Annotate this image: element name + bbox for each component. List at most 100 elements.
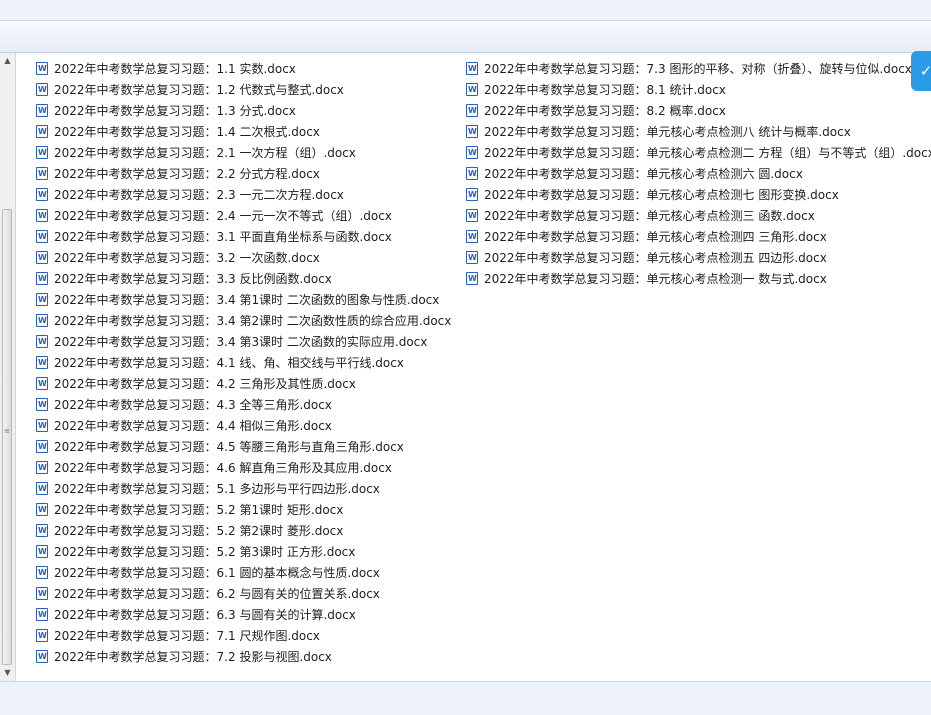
file-item[interactable]: 2022年中考数学总复习习题：3.4 第2课时 二次函数性质的综合应用.docx <box>36 310 466 331</box>
chevron-down-icon: ✓ <box>919 62 931 80</box>
file-name: 2022年中考数学总复习习题：单元核心考点检测二 方程（组）与不等式（组）.do… <box>484 146 931 160</box>
word-document-icon <box>466 125 478 138</box>
file-item[interactable]: 2022年中考数学总复习习题：7.3 图形的平移、对称（折叠）、旋转与位似.do… <box>466 58 931 79</box>
file-item[interactable]: 2022年中考数学总复习习题：2.1 一次方程（组）.docx <box>36 142 466 163</box>
file-name: 2022年中考数学总复习习题：8.2 概率.docx <box>484 104 726 118</box>
word-document-icon <box>36 608 48 621</box>
word-document-icon <box>466 167 478 180</box>
file-name: 2022年中考数学总复习习题：1.4 二次根式.docx <box>54 125 320 139</box>
file-item[interactable]: 2022年中考数学总复习习题：2.3 一元二次方程.docx <box>36 184 466 205</box>
file-name: 2022年中考数学总复习习题：3.3 反比例函数.docx <box>54 272 332 286</box>
word-document-icon <box>36 545 48 558</box>
file-item[interactable]: 2022年中考数学总复习习题：7.2 投影与视图.docx <box>36 646 466 667</box>
word-document-icon <box>36 209 48 222</box>
word-document-icon <box>36 503 48 516</box>
file-name: 2022年中考数学总复习习题：4.6 解直角三角形及其应用.docx <box>54 461 392 475</box>
file-item[interactable]: 2022年中考数学总复习习题：单元核心考点检测三 函数.docx <box>466 205 931 226</box>
file-item[interactable]: 2022年中考数学总复习习题：单元核心考点检测六 圆.docx <box>466 163 931 184</box>
file-name: 2022年中考数学总复习习题：单元核心考点检测八 统计与概率.docx <box>484 125 851 139</box>
file-item[interactable]: 2022年中考数学总复习习题：4.1 线、角、相交线与平行线.docx <box>36 352 466 373</box>
file-item[interactable]: 2022年中考数学总复习习题：5.2 第2课时 菱形.docx <box>36 520 466 541</box>
file-name: 2022年中考数学总复习习题：单元核心考点检测六 圆.docx <box>484 167 803 181</box>
file-name: 2022年中考数学总复习习题：4.3 全等三角形.docx <box>54 398 332 412</box>
file-name: 2022年中考数学总复习习题：2.1 一次方程（组）.docx <box>54 146 356 160</box>
word-document-icon <box>36 524 48 537</box>
word-document-icon <box>466 272 478 285</box>
file-item[interactable]: 2022年中考数学总复习习题：6.3 与圆有关的计算.docx <box>36 604 466 625</box>
file-name: 2022年中考数学总复习习题：4.5 等腰三角形与直角三角形.docx <box>54 440 404 454</box>
file-item[interactable]: 2022年中考数学总复习习题：3.3 反比例函数.docx <box>36 268 466 289</box>
file-column-right: 2022年中考数学总复习习题：7.3 图形的平移、对称（折叠）、旋转与位似.do… <box>466 58 931 289</box>
word-document-icon <box>36 440 48 453</box>
word-document-icon <box>466 188 478 201</box>
file-name: 2022年中考数学总复习习题：8.1 统计.docx <box>484 83 726 97</box>
file-item[interactable]: 2022年中考数学总复习习题：1.1 实数.docx <box>36 58 466 79</box>
file-name: 2022年中考数学总复习习题：1.3 分式.docx <box>54 104 296 118</box>
file-item[interactable]: 2022年中考数学总复习习题：5.1 多边形与平行四边形.docx <box>36 478 466 499</box>
file-item[interactable]: 2022年中考数学总复习习题：6.2 与圆有关的位置关系.docx <box>36 583 466 604</box>
file-name: 2022年中考数学总复习习题：2.3 一元二次方程.docx <box>54 188 344 202</box>
file-name: 2022年中考数学总复习习题：5.2 第1课时 矩形.docx <box>54 503 344 517</box>
word-document-icon <box>36 482 48 495</box>
word-document-icon <box>36 230 48 243</box>
scroll-thumb[interactable]: ≡ <box>2 209 12 665</box>
word-document-icon <box>36 83 48 96</box>
file-item[interactable]: 2022年中考数学总复习习题：3.1 平面直角坐标系与函数.docx <box>36 226 466 247</box>
file-item[interactable]: 2022年中考数学总复习习题：4.2 三角形及其性质.docx <box>36 373 466 394</box>
file-item[interactable]: 2022年中考数学总复习习题：单元核心考点检测八 统计与概率.docx <box>466 121 931 142</box>
file-item[interactable]: 2022年中考数学总复习习题：单元核心考点检测二 方程（组）与不等式（组）.do… <box>466 142 931 163</box>
file-item[interactable]: 2022年中考数学总复习习题：6.1 圆的基本概念与性质.docx <box>36 562 466 583</box>
file-item[interactable]: 2022年中考数学总复习习题：4.6 解直角三角形及其应用.docx <box>36 457 466 478</box>
word-document-icon <box>36 62 48 75</box>
file-item[interactable]: 2022年中考数学总复习习题：2.2 分式方程.docx <box>36 163 466 184</box>
file-item[interactable]: 2022年中考数学总复习习题：3.4 第1课时 二次函数的图象与性质.docx <box>36 289 466 310</box>
file-item[interactable]: 2022年中考数学总复习习题：2.4 一元一次不等式（组）.docx <box>36 205 466 226</box>
word-document-icon <box>36 587 48 600</box>
word-document-icon <box>36 167 48 180</box>
word-document-icon <box>36 251 48 264</box>
file-item[interactable]: 2022年中考数学总复习习题：7.1 尺规作图.docx <box>36 625 466 646</box>
file-name: 2022年中考数学总复习习题：3.4 第3课时 二次函数的实际应用.docx <box>54 335 428 349</box>
file-name: 2022年中考数学总复习习题：单元核心考点检测一 数与式.docx <box>484 272 827 286</box>
word-document-icon <box>36 629 48 642</box>
word-document-icon <box>36 272 48 285</box>
file-name: 2022年中考数学总复习习题：2.4 一元一次不等式（组）.docx <box>54 209 392 223</box>
file-item[interactable]: 2022年中考数学总复习习题：3.2 一次函数.docx <box>36 247 466 268</box>
scroll-up-arrow[interactable]: ▲ <box>0 53 15 69</box>
file-item[interactable]: 2022年中考数学总复习习题：单元核心考点检测一 数与式.docx <box>466 268 931 289</box>
file-name: 2022年中考数学总复习习题：单元核心考点检测三 函数.docx <box>484 209 815 223</box>
file-item[interactable]: 2022年中考数学总复习习题：4.5 等腰三角形与直角三角形.docx <box>36 436 466 457</box>
file-name: 2022年中考数学总复习习题：单元核心考点检测七 图形变换.docx <box>484 188 839 202</box>
file-item[interactable]: 2022年中考数学总复习习题：5.2 第3课时 正方形.docx <box>36 541 466 562</box>
word-document-icon <box>36 335 48 348</box>
file-name: 2022年中考数学总复习习题：1.2 代数式与整式.docx <box>54 83 344 97</box>
word-document-icon <box>36 188 48 201</box>
file-item[interactable]: 2022年中考数学总复习习题：单元核心考点检测四 三角形.docx <box>466 226 931 247</box>
file-item[interactable]: 2022年中考数学总复习习题：8.2 概率.docx <box>466 100 931 121</box>
word-document-icon <box>36 125 48 138</box>
file-item[interactable]: 2022年中考数学总复习习题：4.4 相似三角形.docx <box>36 415 466 436</box>
file-item[interactable]: 2022年中考数学总复习习题：1.3 分式.docx <box>36 100 466 121</box>
vertical-scrollbar[interactable]: ▲ ≡ ▼ <box>0 53 16 681</box>
file-name: 2022年中考数学总复习习题：5.2 第3课时 正方形.docx <box>54 545 356 559</box>
file-item[interactable]: 2022年中考数学总复习习题：1.4 二次根式.docx <box>36 121 466 142</box>
word-document-icon <box>466 146 478 159</box>
file-name: 2022年中考数学总复习习题：3.4 第2课时 二次函数性质的综合应用.docx <box>54 314 452 328</box>
file-name: 2022年中考数学总复习习题：4.2 三角形及其性质.docx <box>54 377 356 391</box>
file-name: 2022年中考数学总复习习题：3.1 平面直角坐标系与函数.docx <box>54 230 392 244</box>
collapse-button[interactable]: ✓ <box>911 51 931 91</box>
word-document-icon <box>36 104 48 117</box>
word-document-icon <box>36 293 48 306</box>
file-item[interactable]: 2022年中考数学总复习习题：1.2 代数式与整式.docx <box>36 79 466 100</box>
file-item[interactable]: 2022年中考数学总复习习题：单元核心考点检测七 图形变换.docx <box>466 184 931 205</box>
scroll-down-arrow[interactable]: ▼ <box>0 665 15 681</box>
file-name: 2022年中考数学总复习习题：6.2 与圆有关的位置关系.docx <box>54 587 380 601</box>
file-item[interactable]: 2022年中考数学总复习习题：单元核心考点检测五 四边形.docx <box>466 247 931 268</box>
file-name: 2022年中考数学总复习习题：3.4 第1课时 二次函数的图象与性质.docx <box>54 293 440 307</box>
file-item[interactable]: 2022年中考数学总复习习题：5.2 第1课时 矩形.docx <box>36 499 466 520</box>
file-item[interactable]: 2022年中考数学总复习习题：8.1 统计.docx <box>466 79 931 100</box>
file-item[interactable]: 2022年中考数学总复习习题：3.4 第3课时 二次函数的实际应用.docx <box>36 331 466 352</box>
file-item[interactable]: 2022年中考数学总复习习题：4.3 全等三角形.docx <box>36 394 466 415</box>
file-name: 2022年中考数学总复习习题：5.2 第2课时 菱形.docx <box>54 524 344 538</box>
toolbar <box>0 21 931 53</box>
